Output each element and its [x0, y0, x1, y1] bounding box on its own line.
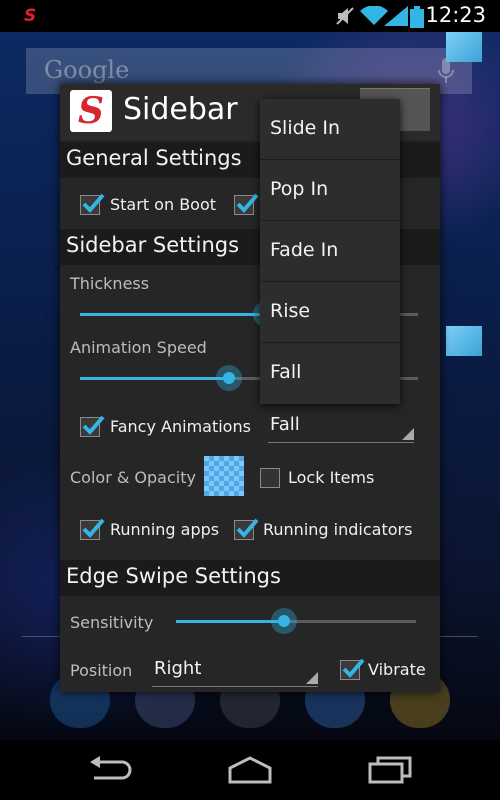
spinner-arrow-icon [402, 428, 414, 440]
running-apps-label: Running apps [110, 520, 220, 539]
mic-icon[interactable] [438, 58, 454, 88]
clock: 12:23 [425, 3, 486, 27]
running-indicators-checkbox[interactable] [234, 518, 259, 540]
position-spinner[interactable]: Right [152, 658, 318, 687]
dropdown-option-fall[interactable]: Fall [260, 343, 400, 403]
logo-glyph: S [78, 90, 104, 132]
general-settings-title: General Settings [66, 146, 242, 170]
edge-swipe-settings-header: Edge Swipe Settings [60, 560, 440, 596]
dropdown-option-label: Fade In [270, 239, 339, 261]
google-search-placeholder: Google [44, 56, 130, 84]
sidebar-app-icon: S [24, 6, 37, 26]
color-opacity-label: Color & Opacity [70, 468, 196, 487]
position-value: Right [154, 658, 202, 679]
dropdown-option-pop-in[interactable]: Pop In [260, 160, 400, 221]
status-bar: S 12:23 [0, 0, 500, 32]
general-second-checkbox[interactable] [234, 193, 259, 215]
edge-swipe-settings-title: Edge Swipe Settings [66, 564, 281, 588]
slider-fill [176, 620, 284, 623]
lock-items-checkbox[interactable] [260, 468, 280, 488]
recent-apps-icon[interactable] [368, 756, 412, 788]
spinner-arrow-icon [306, 672, 318, 684]
running-indicators-label: Running indicators [263, 520, 413, 539]
dropdown-option-label: Pop In [270, 178, 329, 200]
sidebar-edge-handle-top[interactable] [446, 32, 482, 62]
fancy-animations-label: Fancy Animations [110, 417, 251, 436]
slider-fill [80, 377, 229, 380]
lock-items-label: Lock Items [288, 468, 375, 487]
start-on-boot-checkbox[interactable] [80, 193, 105, 215]
sidebar-settings-title: Sidebar Settings [66, 233, 240, 257]
sensitivity-label: Sensitivity [70, 613, 154, 632]
dropdown-option-slide-in[interactable]: Slide In [260, 99, 400, 160]
home-icon[interactable] [226, 756, 274, 788]
animation-type-spinner[interactable]: Fall [268, 414, 414, 443]
fancy-animations-checkbox[interactable] [80, 415, 105, 437]
animation-speed-label: Animation Speed [70, 338, 207, 357]
navigation-bar [0, 740, 500, 800]
back-icon[interactable] [88, 756, 134, 788]
running-apps-checkbox[interactable] [80, 518, 105, 540]
dialog-title: Sidebar [123, 92, 238, 127]
sidebar-edge-handle-bottom[interactable] [446, 326, 482, 356]
dropdown-option-rise[interactable]: Rise [260, 282, 400, 343]
slider-thumb[interactable] [215, 365, 242, 391]
slider-fill [80, 313, 266, 316]
sidebar-logo-icon: S [70, 90, 112, 132]
slider-thumb[interactable] [271, 608, 297, 634]
battery-icon [410, 6, 424, 32]
dropdown-option-label: Fall [270, 361, 302, 383]
signal-icon [384, 6, 408, 30]
sensitivity-slider[interactable] [176, 607, 416, 635]
mute-icon [336, 6, 354, 30]
dropdown-option-fade-in[interactable]: Fade In [260, 221, 400, 282]
vibrate-label: Vibrate [368, 660, 426, 679]
color-opacity-swatch[interactable] [204, 456, 244, 496]
start-on-boot-label: Start on Boot [110, 195, 217, 214]
animation-type-value: Fall [270, 414, 300, 435]
animation-dropdown-menu: Slide In Pop In Fade In Rise Fall [260, 99, 400, 404]
position-label: Position [70, 661, 133, 680]
dropdown-option-label: Slide In [270, 117, 341, 139]
thickness-label: Thickness [70, 274, 150, 293]
dropdown-option-label: Rise [270, 300, 311, 322]
vibrate-checkbox[interactable] [340, 658, 365, 680]
